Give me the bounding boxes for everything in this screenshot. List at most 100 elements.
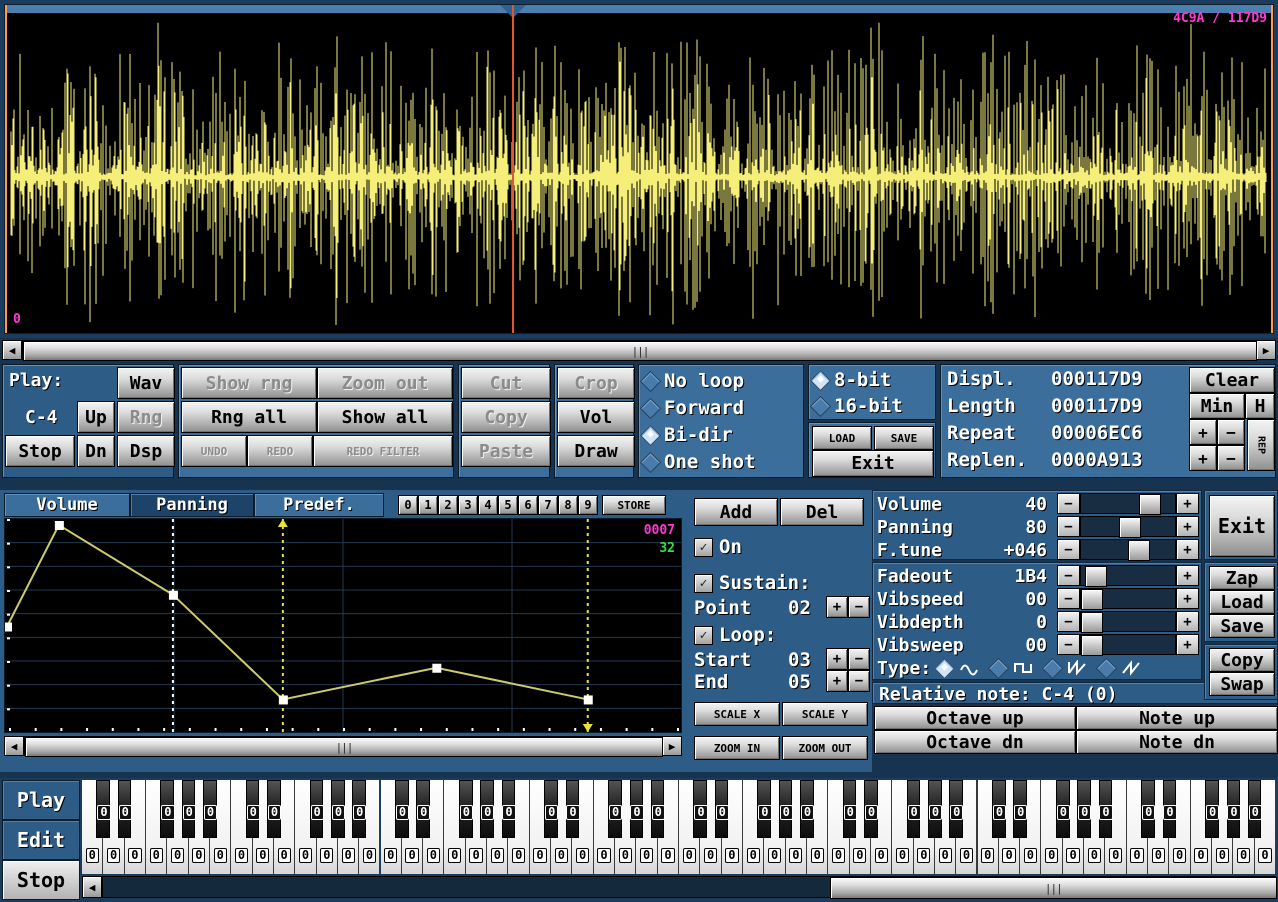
instrument-save-button[interactable]: Save xyxy=(1209,614,1275,638)
piano-black-key[interactable]: 0 xyxy=(352,780,367,838)
slider-track[interactable] xyxy=(1080,516,1176,538)
sine-wave-icon[interactable] xyxy=(959,660,979,676)
instrument-load-button[interactable]: Load xyxy=(1209,590,1275,614)
envelope-end-minus[interactable]: − xyxy=(848,670,870,692)
envelope-scrollbar[interactable]: ◀ ||| ▶ xyxy=(4,736,682,757)
slider-plus-button[interactable]: + xyxy=(1176,634,1199,655)
vibrato-type-radio-ramp-down[interactable] xyxy=(1042,657,1064,679)
envelope-sustain-row[interactable]: ✓ Sustain: xyxy=(694,572,811,594)
slider-track[interactable] xyxy=(1080,539,1176,561)
envelope-end-plus[interactable]: + xyxy=(826,670,848,692)
sample-min-button[interactable]: Min xyxy=(1189,393,1245,419)
piano-black-key[interactable]: 0 xyxy=(1013,780,1028,838)
ramp-up-wave-icon[interactable] xyxy=(1121,660,1141,676)
slider-plus-button[interactable]: + xyxy=(1176,588,1199,609)
slider-fadeout[interactable]: − + xyxy=(1057,565,1199,587)
ramp-down-wave-icon[interactable] xyxy=(1067,658,1087,676)
piano-black-key[interactable]: 0 xyxy=(544,780,559,838)
piano-black-key[interactable]: 0 xyxy=(864,780,879,838)
piano-black-key[interactable]: 0 xyxy=(906,780,921,838)
piano-black-key[interactable]: 0 xyxy=(565,780,580,838)
piano-black-key[interactable]: 0 xyxy=(309,780,324,838)
piano-stop-button[interactable]: Stop xyxy=(2,860,80,900)
sample-clear-button[interactable]: Clear xyxy=(1189,367,1275,393)
show-all-button[interactable]: Show all xyxy=(317,401,453,433)
dsp-button[interactable]: Dsp xyxy=(117,435,175,467)
piano-black-key[interactable]: 0 xyxy=(778,780,793,838)
redo-button[interactable]: REDO xyxy=(247,435,313,467)
slider-panning[interactable]: − + xyxy=(1057,516,1199,538)
sample-save-button[interactable]: SAVE xyxy=(874,426,934,450)
slider-plus-button[interactable]: + xyxy=(1176,565,1199,586)
slider-plus-button[interactable]: + xyxy=(1176,611,1199,632)
piano-black-key[interactable]: 0 xyxy=(245,780,260,838)
bitdepth-8-bit[interactable]: 8-bit xyxy=(809,368,891,392)
slider-plus-button[interactable]: + xyxy=(1176,493,1199,514)
slider-plus-button[interactable]: + xyxy=(1176,539,1199,560)
envelope-preset-5[interactable]: 5 xyxy=(498,495,518,515)
square-wave-icon[interactable] xyxy=(1013,660,1033,676)
vibrato-type-radio-ramp-up[interactable] xyxy=(1096,657,1118,679)
zoom-out-button[interactable]: Zoom out xyxy=(317,367,453,399)
stop-button[interactable]: Stop xyxy=(5,435,75,467)
slider-track[interactable] xyxy=(1080,634,1176,656)
piano-black-key[interactable]: 0 xyxy=(949,780,964,838)
slider-minus-button[interactable]: − xyxy=(1057,634,1080,655)
repeat-minus-button[interactable]: − xyxy=(1217,419,1245,445)
piano-scroll-left[interactable]: ◀ xyxy=(82,876,102,898)
envelope-point-minus[interactable]: − xyxy=(848,596,870,618)
slider-minus-button[interactable]: − xyxy=(1057,539,1080,560)
piano-black-key[interactable]: 0 xyxy=(842,780,857,838)
piano-black-key[interactable]: 0 xyxy=(800,780,815,838)
envelope-graph[interactable]: 0007 32 xyxy=(3,518,682,734)
slider-track[interactable] xyxy=(1080,611,1176,633)
octave-dn-button[interactable]: Octave dn xyxy=(874,730,1076,754)
envelope-start-minus[interactable]: − xyxy=(848,648,870,670)
envelope-scale-x-button[interactable]: SCALE X xyxy=(694,702,780,726)
piano-black-key[interactable]: 0 xyxy=(480,780,495,838)
slider-minus-button[interactable]: − xyxy=(1057,611,1080,632)
piano-black-key[interactable]: 0 xyxy=(1205,780,1220,838)
envelope-add-button[interactable]: Add xyxy=(694,498,778,526)
replen-minus-button[interactable]: − xyxy=(1217,445,1245,471)
draw-button[interactable]: Draw xyxy=(557,435,635,467)
envelope-preset-7[interactable]: 7 xyxy=(538,495,558,515)
paste-button[interactable]: Paste xyxy=(461,435,551,467)
replen-plus-button[interactable]: + xyxy=(1189,445,1217,471)
envelope-tab-volume[interactable]: Volume xyxy=(4,493,130,517)
piano-black-key[interactable]: 0 xyxy=(757,780,772,838)
piano-black-key[interactable]: 0 xyxy=(714,780,729,838)
envelope-point-plus[interactable]: + xyxy=(826,596,848,618)
sample-h-button[interactable]: H xyxy=(1245,393,1275,419)
envelope-preset-4[interactable]: 4 xyxy=(478,495,498,515)
piano-edit-button[interactable]: Edit xyxy=(2,820,80,860)
envelope-on-row[interactable]: ✓ On xyxy=(694,536,742,558)
slider-vibdepth[interactable]: − + xyxy=(1057,611,1199,633)
slider-vibspeed[interactable]: − + xyxy=(1057,588,1199,610)
piano-scroll-track[interactable]: ||| xyxy=(102,876,1277,899)
instrument-zap-button[interactable]: Zap xyxy=(1209,566,1275,590)
wav-button[interactable]: Wav xyxy=(117,367,175,399)
repeat-plus-button[interactable]: + xyxy=(1189,419,1217,445)
slider-minus-button[interactable]: − xyxy=(1057,588,1080,609)
slider-plus-button[interactable]: + xyxy=(1176,516,1199,537)
slider-minus-button[interactable]: − xyxy=(1057,516,1080,537)
slider-thumb[interactable] xyxy=(1081,612,1103,633)
piano-black-key[interactable]: 0 xyxy=(181,780,196,838)
envelope-tab-predef[interactable]: Predef. xyxy=(254,493,384,517)
piano-black-key[interactable]: 0 xyxy=(203,780,218,838)
waveform-scroll-right[interactable]: ▶ xyxy=(1256,340,1276,360)
slider-thumb[interactable] xyxy=(1139,494,1162,515)
slider-minus-button[interactable]: − xyxy=(1057,493,1080,514)
envelope-start-plus[interactable]: + xyxy=(826,648,848,670)
slider-thumb[interactable] xyxy=(1118,517,1141,538)
envelope-preset-3[interactable]: 3 xyxy=(458,495,478,515)
piano-black-key[interactable]: 0 xyxy=(1247,780,1262,838)
piano-keyboard[interactable]: 0 0 0 0 0 0 0 0 0 0 0 0 0 0 0 0 0 0 0 0 0 0 0 0 0 0 0 0 0 0 0 0 0 0 0 0 0 0 0 0… xyxy=(82,780,1276,874)
loop-mode-one-shot[interactable]: One shot xyxy=(639,450,756,474)
piano-scrollbar[interactable]: ◀ ||| xyxy=(82,876,1277,899)
slider-thumb[interactable] xyxy=(1081,589,1103,610)
radio-diamond-icon[interactable] xyxy=(639,370,662,392)
show-rng-button[interactable]: Show rng xyxy=(181,367,317,399)
piano-black-key[interactable]: 0 xyxy=(629,780,644,838)
